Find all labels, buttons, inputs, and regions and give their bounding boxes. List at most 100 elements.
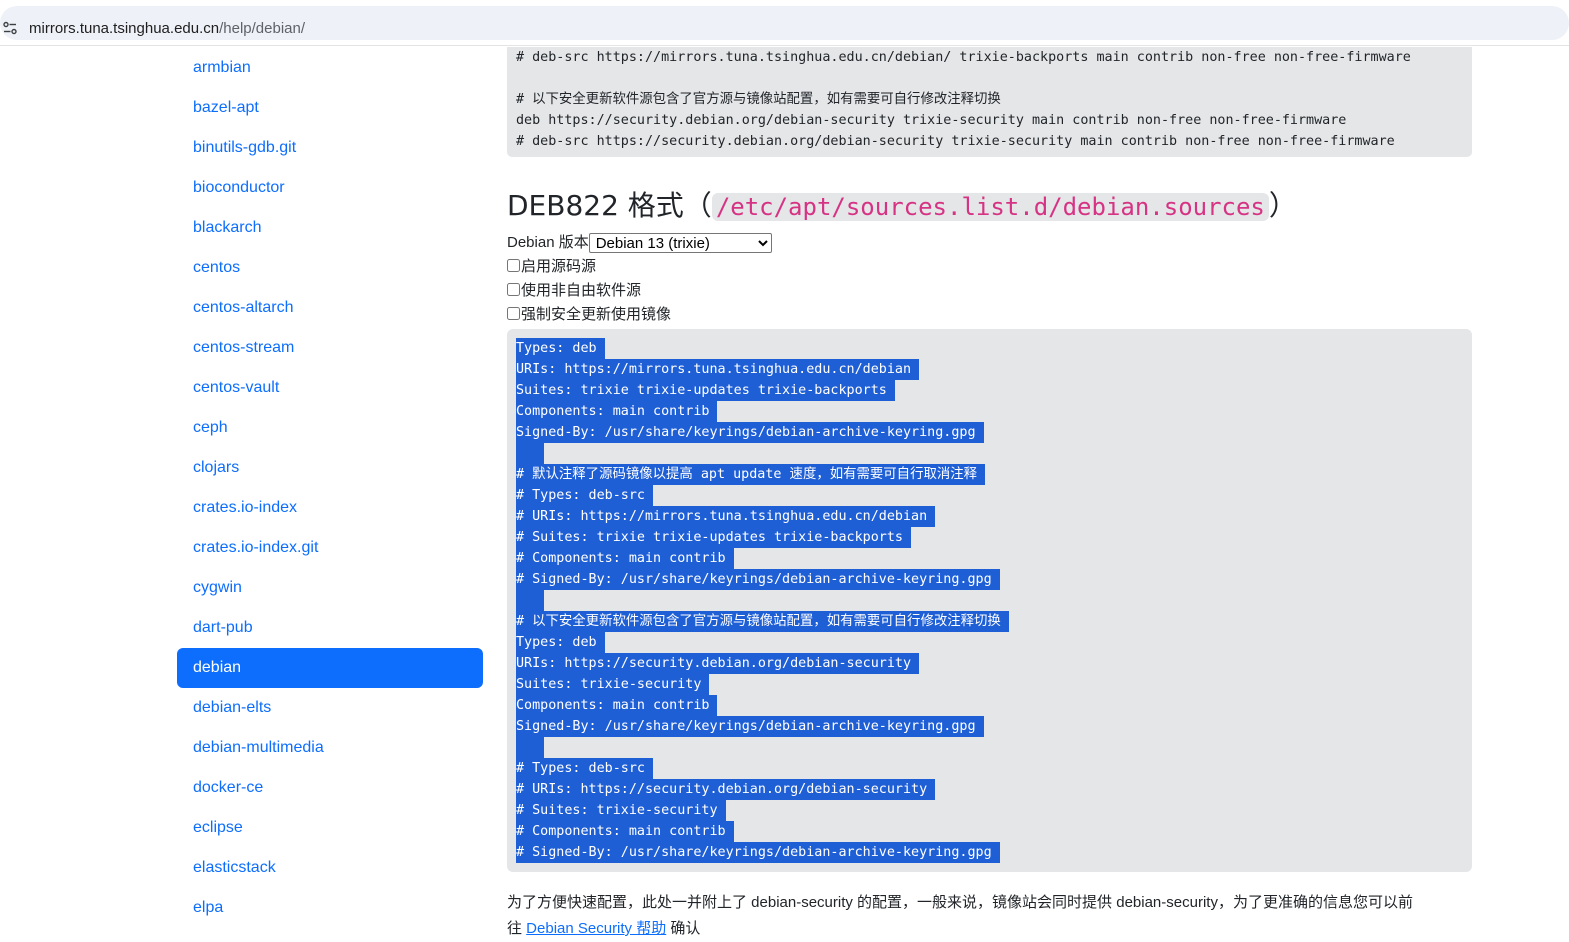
selected-code-line: Types: deb — [516, 338, 1463, 359]
selected-code-line — [516, 737, 1463, 758]
selected-code-line: # Signed-By: /usr/share/keyrings/debian-… — [516, 569, 1463, 590]
selected-code-line — [516, 590, 1463, 611]
checkbox-label[interactable]: 强制安全更新使用镜像 — [521, 306, 671, 323]
selected-code-line: Signed-By: /usr/share/keyrings/debian-ar… — [516, 716, 1463, 737]
code-text: # Signed-By: /usr/share/keyrings/debian-… — [516, 842, 1000, 863]
sidebar-item-binutils-gdb-git[interactable]: binutils-gdb.git — [177, 128, 483, 168]
sidebar-item-cygwin[interactable]: cygwin — [177, 568, 483, 608]
url-field[interactable]: mirrors.tuna.tsinghua.edu.cn/help/debian… — [0, 6, 1569, 40]
selected-code-line: Types: deb — [516, 632, 1463, 653]
selected-code-line: # 以下安全更新软件源包含了官方源与镜像站配置，如有需要可自行修改注释切换 — [516, 611, 1463, 632]
selected-code-line: # URIs: https://mirrors.tuna.tsinghua.ed… — [516, 506, 1463, 527]
code-text: # 默认注释了源码镜像以提高 apt update 速度，如有需要可自行取消注释 — [516, 464, 986, 485]
sidebar-item-elasticstack[interactable]: elasticstack — [177, 848, 483, 888]
main-content: # deb-src https://mirrors.tuna.tsinghua.… — [507, 47, 1472, 942]
sidebar-item-elpa[interactable]: elpa — [177, 888, 483, 928]
option-checkboxes: 启用源码源使用非自由软件源强制安全更新使用镜像 — [507, 255, 1472, 327]
checkbox-row[interactable]: 强制安全更新使用镜像 — [507, 303, 1472, 327]
heading-prefix: DEB822 格式（ — [507, 189, 712, 222]
sidebar-item-docker-ce[interactable]: docker-ce — [177, 768, 483, 808]
debian-security-help-link[interactable]: Debian Security 帮助 — [526, 920, 666, 937]
footnote-line-1: 为了方便快速配置，此处一并附上了 debian-security 的配置，一般来… — [507, 894, 1413, 911]
selected-code-line: URIs: https://security.debian.org/debian… — [516, 653, 1463, 674]
checkbox-label[interactable]: 使用非自由软件源 — [521, 282, 641, 299]
code-text — [516, 737, 544, 758]
deb822-code-block[interactable]: Types: deb URIs: https://mirrors.tuna.tsi… — [507, 329, 1472, 872]
code-text: # Suites: trixie trixie-updates trixie-b… — [516, 527, 911, 548]
version-label: Debian 版本 — [507, 234, 589, 251]
selected-code-line: Suites: trixie-security — [516, 674, 1463, 695]
url-path: /help/debian/ — [219, 20, 306, 37]
option-checkbox[interactable] — [507, 283, 520, 296]
checkbox-row[interactable]: 启用源码源 — [507, 255, 1472, 279]
sidebar-item-debian-multimedia[interactable]: debian-multimedia — [177, 728, 483, 768]
code-text: # URIs: https://security.debian.org/debi… — [516, 779, 936, 800]
code-text — [516, 590, 544, 611]
code-text: Signed-By: /usr/share/keyrings/debian-ar… — [516, 422, 984, 443]
sidebar-item-dart-pub[interactable]: dart-pub — [177, 608, 483, 648]
sidebar-item-centos-stream[interactable]: centos-stream — [177, 328, 483, 368]
code-line: # deb-src https://security.debian.org/de… — [516, 134, 1395, 149]
code-text: # Components: main contrib — [516, 548, 734, 569]
code-text: # Signed-By: /usr/share/keyrings/debian-… — [516, 569, 1000, 590]
sidebar-item-crates-io-index-git[interactable]: crates.io-index.git — [177, 528, 483, 568]
code-text: Types: deb — [516, 632, 605, 653]
selected-code-line — [516, 443, 1463, 464]
option-checkbox[interactable] — [507, 307, 520, 320]
code-text: Signed-By: /usr/share/keyrings/debian-ar… — [516, 716, 984, 737]
footnote-suffix: 确认 — [666, 920, 701, 937]
code-text: # Suites: trixie-security — [516, 800, 726, 821]
selected-code-line: Signed-By: /usr/share/keyrings/debian-ar… — [516, 422, 1463, 443]
code-text: # Types: deb-src — [516, 758, 653, 779]
code-text: Components: main contrib — [516, 401, 718, 422]
sidebar-item-bazel-apt[interactable]: bazel-apt — [177, 88, 483, 128]
code-line: # deb-src https://mirrors.tuna.tsinghua.… — [516, 50, 1411, 65]
checkbox-row[interactable]: 使用非自由软件源 — [507, 279, 1472, 303]
sidebar-item-armbian[interactable]: armbian — [177, 48, 483, 88]
site-info-icon[interactable] — [2, 20, 18, 36]
selected-code-line: # Suites: trixie trixie-updates trixie-b… — [516, 527, 1463, 548]
code-line: # 以下安全更新软件源包含了官方源与镜像站配置，如有需要可自行修改注释切换 — [516, 92, 1001, 107]
selected-code-line: # Types: deb-src — [516, 485, 1463, 506]
sources-list-code-block[interactable]: # deb-src https://mirrors.tuna.tsinghua.… — [507, 47, 1472, 157]
debian-version-select[interactable]: Debian 13 (trixie) — [588, 233, 772, 254]
code-text: # 以下安全更新软件源包含了官方源与镜像站配置，如有需要可自行修改注释切换 — [516, 611, 1009, 632]
sidebar-item-ceph[interactable]: ceph — [177, 408, 483, 448]
url-host: mirrors.tuna.tsinghua.edu.cn — [29, 20, 220, 37]
sources-file-path: /etc/apt/sources.list.d/debian.sources — [711, 193, 1269, 221]
selected-code-line: Components: main contrib — [516, 695, 1463, 716]
selected-code-line: # URIs: https://security.debian.org/debi… — [516, 779, 1463, 800]
sidebar-item-eclipse[interactable]: eclipse — [177, 808, 483, 848]
version-row: Debian 版本 Debian 13 (trixie) — [507, 231, 1472, 255]
footnote-prefix: 往 — [507, 920, 527, 937]
sidebar-item-centos-vault[interactable]: centos-vault — [177, 368, 483, 408]
sidebar-item-debian[interactable]: debian — [177, 648, 483, 688]
selected-code-line: URIs: https://mirrors.tuna.tsinghua.edu.… — [516, 359, 1463, 380]
sidebar-item-crates-io-index[interactable]: crates.io-index — [177, 488, 483, 528]
sidebar-item-blackarch[interactable]: blackarch — [177, 208, 483, 248]
url-text[interactable]: mirrors.tuna.tsinghua.edu.cn/help/debian… — [29, 19, 305, 39]
code-line: deb https://security.debian.org/debian-s… — [516, 113, 1347, 128]
code-text: Components: main contrib — [516, 695, 718, 716]
selected-code-line: Suites: trixie trixie-updates trixie-bac… — [516, 380, 1463, 401]
code-text: # Types: deb-src — [516, 485, 653, 506]
sidebar-item-centos[interactable]: centos — [177, 248, 483, 288]
selected-code-line: # Signed-By: /usr/share/keyrings/debian-… — [516, 842, 1463, 863]
checkbox-label[interactable]: 启用源码源 — [521, 258, 596, 275]
sidebar-item-debian-elts[interactable]: debian-elts — [177, 688, 483, 728]
footnote-line-2: 往 Debian Security 帮助 确认 — [507, 916, 1472, 942]
code-text: URIs: https://mirrors.tuna.tsinghua.edu.… — [516, 359, 920, 380]
selected-code-line: # 默认注释了源码镜像以提高 apt update 速度，如有需要可自行取消注释 — [516, 464, 1463, 485]
option-checkbox[interactable] — [507, 259, 520, 272]
sidebar-item-centos-altarch[interactable]: centos-altarch — [177, 288, 483, 328]
code-text: Types: deb — [516, 338, 605, 359]
selected-code-line: # Suites: trixie-security — [516, 800, 1463, 821]
selected-code-line: # Types: deb-src — [516, 758, 1463, 779]
sidebar-item-bioconductor[interactable]: bioconductor — [177, 168, 483, 208]
deb822-heading: DEB822 格式（/etc/apt/sources.list.d/debian… — [507, 185, 1472, 227]
sidebar-item-clojars[interactable]: clojars — [177, 448, 483, 488]
browser-address-bar: mirrors.tuna.tsinghua.edu.cn/help/debian… — [0, 0, 1569, 46]
code-text: Suites: trixie trixie-updates trixie-bac… — [516, 380, 895, 401]
selected-code-line: Components: main contrib — [516, 401, 1463, 422]
code-text: # Components: main contrib — [516, 821, 734, 842]
